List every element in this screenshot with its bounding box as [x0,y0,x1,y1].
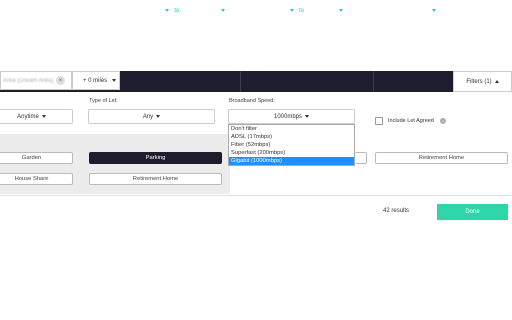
chevron-down-icon [431,9,436,12]
chevron-up-icon [494,80,499,83]
chevron-down-icon [305,115,310,118]
feature-button-partial[interactable] [355,152,367,164]
max-beds-select[interactable]: Max Beds [309,8,336,14]
dropdown-option[interactable]: ADSL (17mbps) [229,133,354,141]
min-price-select[interactable]: Min Price [137,8,162,14]
min-beds-select[interactable]: 2 Bed [271,8,287,14]
include-let-agreed-checkbox[interactable] [375,117,383,125]
feature-retirement-home-button[interactable]: Retirement Home [89,173,222,185]
dropdown-option[interactable]: Don't filter [229,125,354,133]
divider [240,71,241,92]
radius-value: + 0 miles [83,77,108,84]
dropdown-option[interactable]: Superfast (200mbps) [229,149,354,157]
clear-icon[interactable]: × [56,76,65,85]
dropdown-option[interactable]: Fiber (52mbps) [229,141,354,149]
filters-label: Filters (1) [466,78,492,85]
feature-retirement-home-button[interactable]: Retirement Home [375,152,508,164]
chevron-down-icon [338,9,343,12]
radius-select[interactable]: + 0 miles [72,71,120,90]
divider [373,71,374,92]
type-of-let-label: Type of Let: [89,98,118,104]
beds-range: 2 Bed to Max Beds [241,0,373,21]
chevron-down-icon [156,115,161,118]
results-count: 42 results [383,208,409,214]
beds-to-label: to [298,7,304,14]
feature-garden-button[interactable]: Garden [0,152,73,164]
include-let-agreed-label: Include Let Agreed [388,118,434,124]
chevron-down-icon [165,9,170,12]
info-icon[interactable]: ? [440,118,446,124]
results-label: results [391,208,410,214]
footer-divider [0,195,512,196]
added-select[interactable]: Anytime [0,109,73,124]
added-value: Anytime [17,113,39,120]
chevron-down-icon [220,9,225,12]
broadband-label: Broadband Speed: [229,98,275,104]
done-button[interactable]: Done [437,204,508,220]
property-type-select[interactable]: Property Type [374,0,453,21]
chevron-down-icon [112,79,117,82]
broadband-select[interactable]: 1000mbps [228,109,355,124]
dropdown-option-selected[interactable]: Gigabit (1000mbps) [229,157,354,165]
max-price-select[interactable]: £1,000 PCM [184,8,217,14]
broadband-dropdown: Don't filter ADSL (17mbps) Fiber (52mbps… [228,124,355,166]
type-of-let-select[interactable]: Any [88,109,215,124]
filters-button[interactable]: Filters (1) [453,71,512,92]
chevron-down-icon [289,9,294,12]
price-to-label: to [174,7,180,14]
price-range: Min Price to £1,000 PCM [122,0,240,21]
feature-parking-button[interactable]: Parking [89,152,222,164]
broadband-value: 1000mbps [273,113,303,120]
property-type-label: Property Type [391,7,429,14]
type-of-let-value: Any [142,113,154,120]
chevron-down-icon [41,115,46,118]
results-number: 42 [383,208,390,214]
area-input-text: Area (Dream Area) [3,77,54,84]
features-panel [0,134,230,194]
feature-house-share-button[interactable]: House Share [0,173,73,185]
